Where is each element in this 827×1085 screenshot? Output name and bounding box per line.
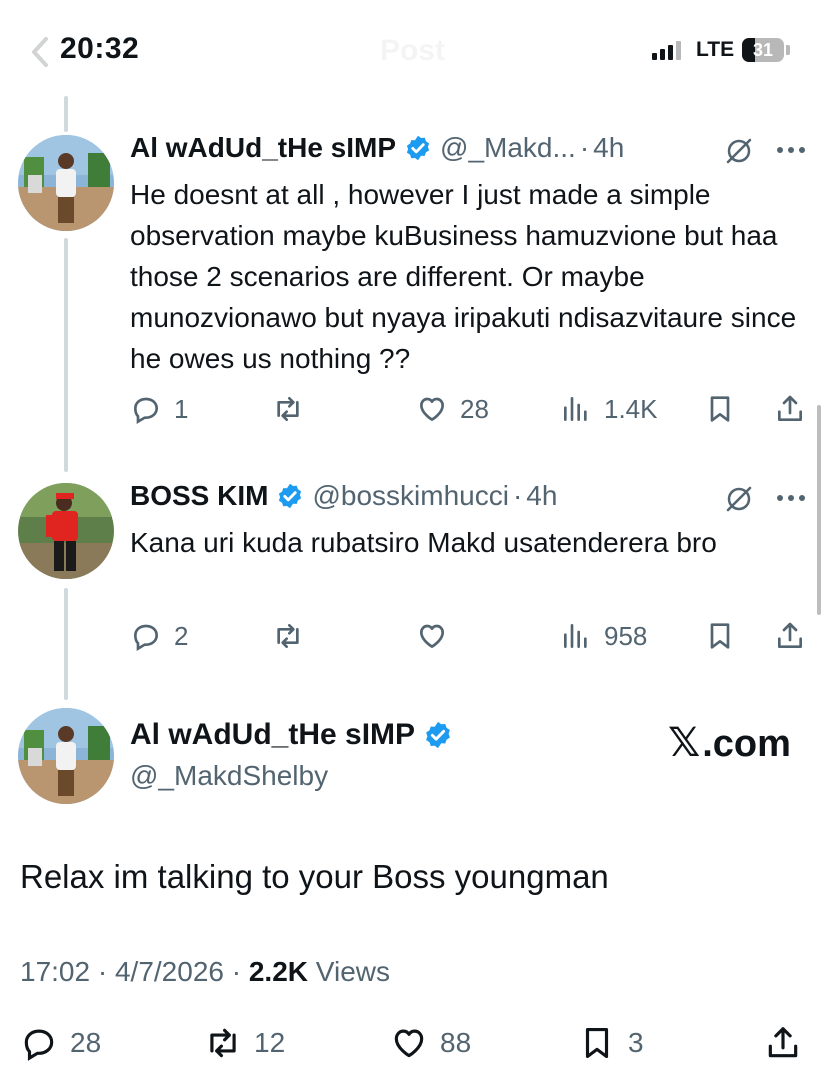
- author-handle[interactable]: @bosskimhucci: [312, 480, 508, 512]
- separator: ·: [97, 956, 115, 987]
- author-name[interactable]: BOSS KIM: [130, 480, 268, 512]
- views-button[interactable]: 958: [560, 620, 647, 652]
- share-button[interactable]: [774, 393, 806, 425]
- status-bar: 20:32 Post LTE 31: [0, 0, 827, 100]
- reply-icon: [24, 1029, 54, 1061]
- tweet-text: Kana uri kuda rubatsiro Makd usatenderer…: [130, 527, 717, 558]
- repost-button[interactable]: [272, 620, 316, 652]
- bookmark-icon: [710, 623, 730, 649]
- x-com-watermark: 𝕏 .com: [668, 720, 791, 766]
- bookmark-button[interactable]: [704, 393, 736, 425]
- like-button[interactable]: [416, 620, 460, 652]
- views-label: Views: [315, 956, 390, 987]
- verified-badge-icon: [426, 721, 450, 749]
- grok-icon[interactable]: [724, 136, 754, 166]
- thread-line: [64, 238, 68, 472]
- like-icon: [420, 397, 444, 421]
- verified-badge-icon: [279, 483, 302, 509]
- battery-tip: [786, 45, 790, 55]
- reply-button[interactable]: 2: [130, 620, 188, 652]
- tweet-meta: 17:02 · 4/7/2026 · 2.2K Views: [20, 956, 390, 988]
- separator: ·: [231, 956, 249, 987]
- author-name[interactable]: Al wAdUd_tHe sIMP: [130, 718, 415, 752]
- tweet-time[interactable]: 17:02: [20, 956, 90, 987]
- more-icon[interactable]: [776, 146, 806, 154]
- share-icon: [778, 622, 802, 648]
- share-icon: [768, 1027, 798, 1058]
- bookmark-icon: [585, 1027, 609, 1059]
- share-button[interactable]: [774, 620, 806, 652]
- reply-icon: [133, 397, 159, 425]
- back-chevron-icon[interactable]: [30, 36, 50, 68]
- main-author-row: Al wAdUd_tHe sIMP: [130, 718, 461, 752]
- page-title: Post: [380, 34, 445, 68]
- repost-icon: [277, 397, 299, 421]
- tweet-time[interactable]: 4h: [526, 480, 557, 512]
- repost-icon: [277, 624, 299, 648]
- battery-level: 31: [752, 39, 774, 60]
- x-logo-icon: 𝕏: [668, 721, 701, 765]
- like-count: 88: [440, 1027, 472, 1058]
- bookmark-button[interactable]: 3: [578, 1024, 644, 1062]
- reply-header: Al wAdUd_tHe sIMP @_Makd... · 4h: [130, 132, 624, 164]
- share-icon: [778, 395, 802, 421]
- views-button[interactable]: 1.4K: [560, 393, 658, 425]
- reply-count: 28: [70, 1027, 102, 1058]
- grok-icon[interactable]: [724, 484, 754, 514]
- views-icon: [564, 397, 587, 421]
- tweet-actions: 1 28 1.4K: [130, 393, 810, 433]
- views-count: 958: [604, 620, 648, 651]
- network-label: LTE: [696, 38, 735, 61]
- reply-count: 2: [174, 620, 189, 651]
- author-handle[interactable]: @_MakdShelby: [130, 760, 328, 792]
- tweet-actions: 2 958: [130, 620, 810, 660]
- views-count: 1.4K: [604, 393, 658, 424]
- scrollbar[interactable]: [817, 405, 821, 615]
- like-button[interactable]: 88: [390, 1024, 471, 1062]
- like-button[interactable]: 28: [416, 393, 489, 425]
- repost-button[interactable]: [272, 393, 316, 425]
- tweet-text: Relax im talking to your Boss youngman: [20, 858, 609, 895]
- author-name[interactable]: Al wAdUd_tHe sIMP: [130, 132, 396, 164]
- signal-icon: [652, 40, 681, 60]
- reply-count: 1: [174, 393, 189, 424]
- tweet-date[interactable]: 4/7/2026: [115, 956, 224, 987]
- like-count: 28: [460, 393, 489, 424]
- verified-badge-icon: [406, 135, 430, 161]
- tweet-time[interactable]: 4h: [593, 132, 624, 164]
- thread-line: [64, 588, 68, 700]
- battery-icon: 31: [742, 38, 784, 62]
- reply-icon: [133, 624, 159, 652]
- bookmark-button[interactable]: [704, 620, 736, 652]
- repost-count: 12: [254, 1027, 286, 1058]
- separator: ·: [579, 132, 590, 163]
- repost-icon: [210, 1028, 236, 1058]
- avatar[interactable]: [18, 708, 114, 804]
- more-icon[interactable]: [776, 494, 806, 502]
- separator: ·: [512, 480, 523, 511]
- thread-line: [64, 96, 68, 132]
- like-icon: [394, 1029, 424, 1058]
- bookmark-count: 3: [628, 1027, 644, 1058]
- like-icon: [420, 624, 444, 648]
- reply-button[interactable]: 28: [20, 1024, 101, 1062]
- views-count[interactable]: 2.2K: [249, 956, 308, 987]
- avatar[interactable]: [18, 135, 114, 231]
- reply-button[interactable]: 1: [130, 393, 188, 425]
- watermark-text: .com: [702, 723, 791, 765]
- author-handle[interactable]: @_Makd...: [440, 132, 576, 164]
- share-button[interactable]: [764, 1024, 802, 1062]
- avatar[interactable]: [18, 483, 114, 579]
- reply-header: BOSS KIM @bosskimhucci · 4h: [130, 480, 557, 512]
- views-icon: [564, 624, 587, 648]
- tweet-text: He doesnt at all , however I just made a…: [130, 179, 797, 374]
- repost-button[interactable]: 12: [204, 1024, 285, 1062]
- tweet-actions: 28 12 88 3: [20, 1024, 810, 1068]
- bookmark-icon: [710, 396, 730, 422]
- status-time: 20:32: [60, 32, 140, 65]
